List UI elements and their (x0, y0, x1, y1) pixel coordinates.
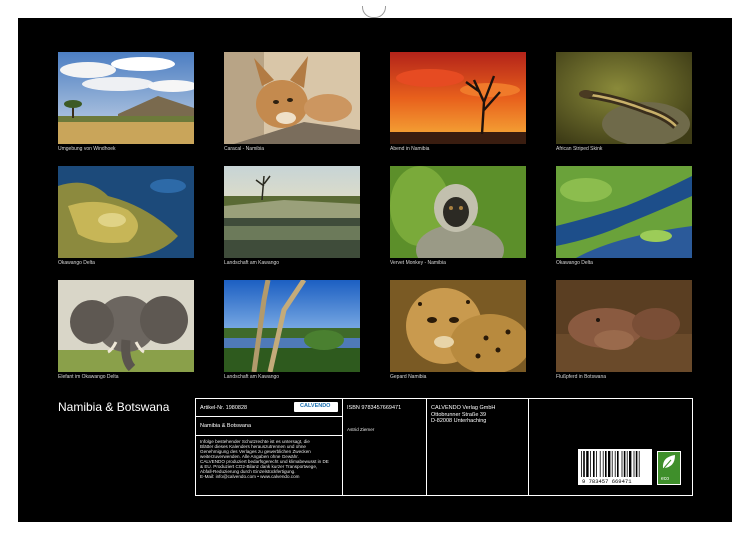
photo-caption: Caracal - Namibia (224, 146, 265, 152)
barcode-bar (626, 451, 628, 477)
photo-caracal (224, 52, 360, 144)
publisher-name: CALVENDO Verlag GmbH (431, 405, 496, 411)
photo-caption: Abend in Namibia (390, 146, 430, 152)
photo-caption: Umgebung von Windhoek (58, 146, 116, 152)
barcode-bar (633, 451, 635, 477)
calvendo-logo: CALVENDO (294, 402, 338, 412)
photo-okawango-1 (58, 166, 194, 258)
barcode-bar (586, 451, 589, 477)
legal-text: E-Mail: info@calvendo.com • www.calvendo… (200, 474, 300, 479)
barcode-bar (635, 451, 638, 477)
product-title: Namibia & Botswana (200, 423, 252, 429)
photo-caption: Flußpferd in Botswana (556, 374, 607, 380)
publisher-street: Ottobrunner Straße 39 (431, 411, 487, 418)
photo-caption: Okawango Delta (556, 260, 593, 266)
photo-caption: African Striped Skink (556, 146, 603, 152)
barcode: 9 783457 669471 (578, 449, 652, 485)
photo-caption: Landschaft am Kawango (224, 374, 280, 380)
barcode-bar (614, 451, 616, 477)
barcode-bar (596, 451, 597, 477)
barcode-bar (581, 451, 582, 477)
barcode-bar (629, 451, 632, 477)
barcode-bar (599, 451, 601, 477)
eco-badge: eco (657, 451, 681, 485)
photo-elephant (58, 280, 194, 372)
publisher-city: D-82008 Unterhaching (431, 418, 487, 424)
barcode-number: 9 783457 669471 (582, 478, 632, 485)
barcode-bar (638, 451, 640, 477)
isbn: ISBN 9783457669471 (347, 405, 402, 411)
photo-vervet-monkey (390, 166, 526, 258)
photo-kawango-2 (224, 280, 360, 372)
photo-caption: Gepard Namibia (390, 374, 427, 380)
barcode-bar (617, 451, 619, 477)
barcode-bar (605, 451, 607, 477)
photo-windhoek (58, 52, 194, 144)
author: Astrid Ziemer (347, 427, 375, 432)
photo-caption: Okawango Delta (58, 260, 95, 266)
barcode-bar (623, 451, 626, 477)
product-info-panel: Artikel-Nr. 1980828 CALVENDO Namibia & B… (195, 398, 693, 496)
photo-kawango-1 (224, 166, 360, 258)
photo-caption: Vervet Monkey - Namibia (390, 260, 446, 266)
calendar-title: Namibia & Botswana (58, 400, 170, 414)
barcode-bar (593, 451, 595, 477)
barcode-bar (608, 451, 611, 477)
photo-okawango-2 (556, 166, 692, 258)
photo-caption: Elefant im Okawango Delta (58, 374, 119, 380)
barcode-bar (621, 451, 623, 477)
barcode-bar (611, 451, 613, 477)
barcode-bar (590, 451, 591, 477)
barcode-bar (583, 451, 585, 477)
photo-skink (556, 52, 692, 144)
barcode-bar (602, 451, 604, 477)
calendar-back-page: Umgebung von Windhoek Caracal - Namibia … (18, 18, 732, 522)
photo-caption: Landschaft am Kawango (224, 260, 280, 266)
photo-hippo (556, 280, 692, 372)
photo-evening (390, 52, 526, 144)
article-number: Artikel-Nr. 1980828 (200, 405, 248, 411)
photo-cheetah (390, 280, 526, 372)
